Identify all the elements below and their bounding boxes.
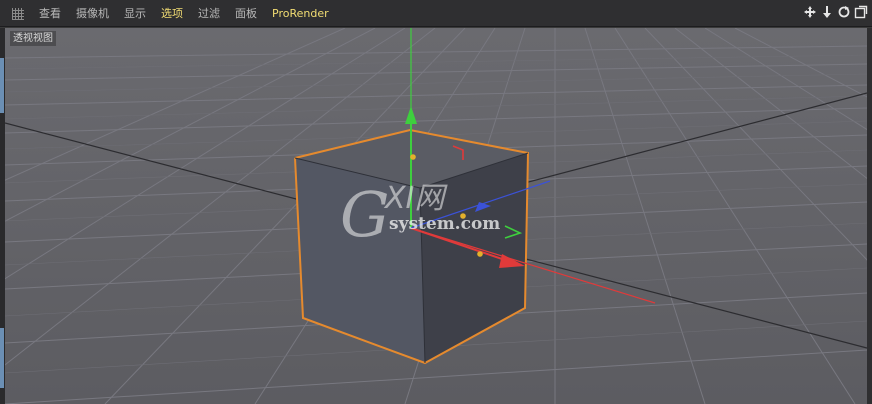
handle-point[interactable]	[477, 251, 483, 257]
menu-filter[interactable]: 过滤	[198, 0, 220, 27]
zoom-view-icon[interactable]	[820, 5, 834, 19]
watermark-xi: XI网	[383, 181, 448, 216]
perspective-viewport[interactable]: G XI网 透视视图 system.com	[5, 28, 868, 404]
menu-camera[interactable]: 摄像机	[76, 0, 109, 27]
menu-prorender[interactable]: ProRender	[272, 0, 329, 27]
menu-view[interactable]: 查看	[39, 0, 61, 27]
menu-panel[interactable]: 面板	[235, 0, 257, 27]
menu-display[interactable]: 显示	[124, 0, 146, 27]
right-dock-edge	[867, 28, 872, 404]
viewport-menubar: 查看 摄像机 显示 选项 过滤 面板 ProRender	[0, 0, 872, 27]
watermark-g: G	[340, 178, 390, 251]
view-label-perspective[interactable]: 透视视图	[10, 31, 56, 46]
viewport-canvas[interactable]: G XI网	[5, 28, 867, 404]
dock-tab-marker[interactable]	[0, 58, 4, 113]
move-view-icon[interactable]	[803, 5, 817, 19]
rotate-view-icon[interactable]	[837, 5, 851, 19]
menu-options[interactable]: 选项	[161, 0, 183, 27]
dock-tab-marker[interactable]	[0, 328, 4, 388]
cinema4d-viewport-panel: 查看 摄像机 显示 选项 过滤 面板 ProRender G XI网 透视视图 …	[0, 0, 872, 404]
maximize-view-icon[interactable]	[854, 5, 868, 19]
view-navigation-tools	[803, 5, 868, 19]
handle-point[interactable]	[460, 213, 466, 219]
handle-point[interactable]	[410, 154, 416, 160]
panel-grip-icon[interactable]	[12, 7, 24, 20]
menu-left-group: 查看 摄像机 显示 选项 过滤 面板 ProRender	[12, 0, 329, 27]
